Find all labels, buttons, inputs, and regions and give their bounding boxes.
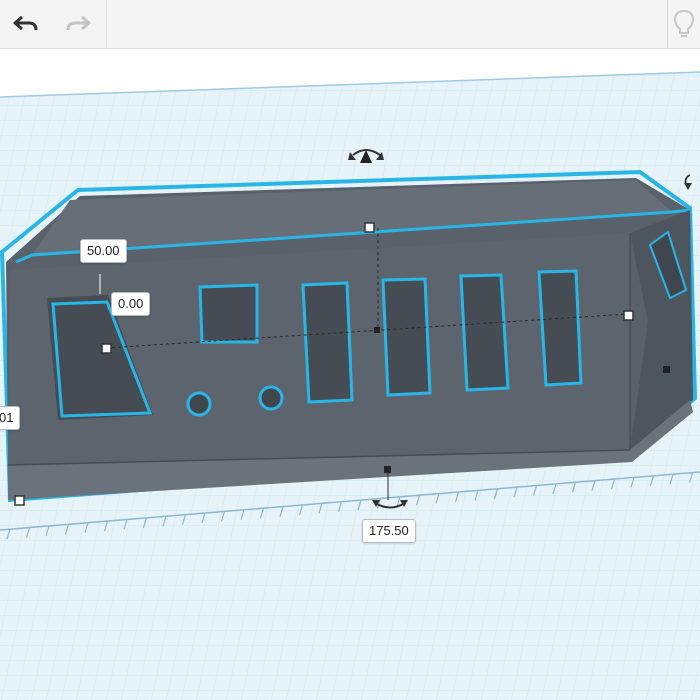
corner-resize-handle[interactable] bbox=[14, 495, 25, 506]
square-cutout bbox=[198, 283, 259, 344]
slot-cutout-1 bbox=[301, 281, 354, 404]
undo-button[interactable] bbox=[0, 0, 52, 48]
center-point bbox=[374, 327, 380, 333]
bottom-midpoint bbox=[384, 466, 391, 473]
slot-cutout-4 bbox=[537, 269, 583, 387]
top-toolbar bbox=[0, 0, 700, 49]
depth-dimension-label[interactable]: 01 bbox=[0, 406, 21, 430]
top-resize-handle[interactable] bbox=[364, 222, 375, 233]
workplane-scene bbox=[0, 71, 700, 700]
redo-arrow-icon bbox=[66, 15, 91, 31]
slot-cutout-2 bbox=[381, 277, 432, 397]
redo-button[interactable] bbox=[52, 0, 104, 48]
round-hole-1 bbox=[186, 391, 212, 417]
round-hole-2 bbox=[258, 385, 284, 411]
width-dimension-label[interactable]: 175.50 bbox=[362, 519, 416, 543]
right-midpoint bbox=[663, 366, 670, 373]
3d-viewport[interactable]: 50.00 0.00 01 175.50 bbox=[0, 49, 700, 700]
right-resize-handle[interactable] bbox=[623, 310, 634, 321]
elevation-dimension-label[interactable]: 0.00 bbox=[111, 292, 151, 316]
toolbar-divider bbox=[106, 0, 107, 48]
left-resize-handle[interactable] bbox=[101, 343, 112, 354]
height-dimension-label[interactable]: 50.00 bbox=[80, 239, 127, 263]
undo-arrow-icon bbox=[13, 15, 38, 31]
hint-button[interactable] bbox=[668, 0, 700, 48]
slot-cutout-3 bbox=[459, 273, 510, 392]
lightbulb-icon bbox=[673, 9, 695, 37]
